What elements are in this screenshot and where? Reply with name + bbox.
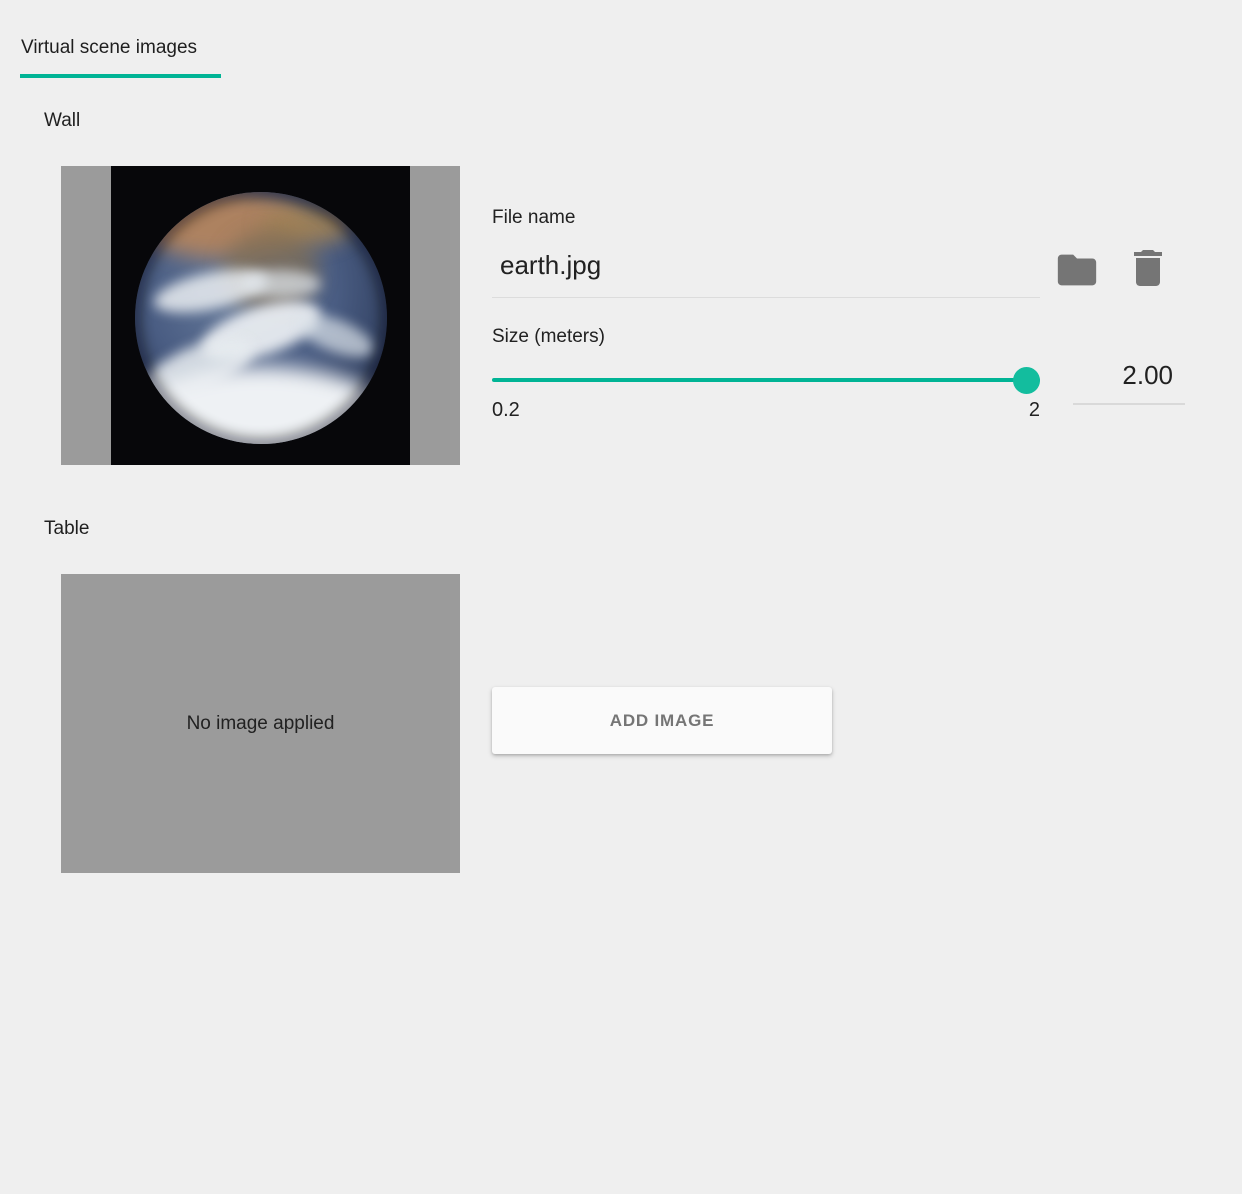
virtual-scene-images-panel: Virtual scene images Wall bbox=[0, 0, 1242, 1194]
browse-file-button[interactable] bbox=[1054, 247, 1100, 293]
title-underline bbox=[20, 74, 221, 78]
slider-max-label: 2 bbox=[1010, 399, 1040, 422]
trash-icon bbox=[1124, 244, 1172, 292]
no-image-text: No image applied bbox=[187, 713, 335, 735]
add-image-label: ADD IMAGE bbox=[610, 711, 714, 731]
table-section-label: Table bbox=[44, 518, 89, 540]
wall-section-label: Wall bbox=[44, 110, 80, 132]
file-name-input[interactable]: earth.jpg bbox=[500, 250, 1020, 281]
add-image-button[interactable]: ADD IMAGE bbox=[492, 687, 832, 754]
folder-icon bbox=[1054, 247, 1100, 293]
size-slider-thumb[interactable] bbox=[1013, 367, 1040, 394]
size-value-field[interactable]: 2.00 bbox=[1073, 360, 1173, 391]
slider-min-label: 0.2 bbox=[492, 399, 520, 422]
size-value-underline bbox=[1073, 403, 1185, 405]
size-label: Size (meters) bbox=[492, 326, 605, 348]
file-name-label: File name bbox=[492, 207, 575, 229]
size-slider-track[interactable] bbox=[492, 378, 1040, 382]
file-name-input-underline bbox=[492, 297, 1040, 298]
wall-image-preview bbox=[61, 166, 460, 465]
delete-image-button[interactable] bbox=[1124, 244, 1172, 292]
earth-image bbox=[111, 166, 410, 465]
page-title: Virtual scene images bbox=[21, 37, 197, 59]
table-image-preview: No image applied bbox=[61, 574, 460, 873]
